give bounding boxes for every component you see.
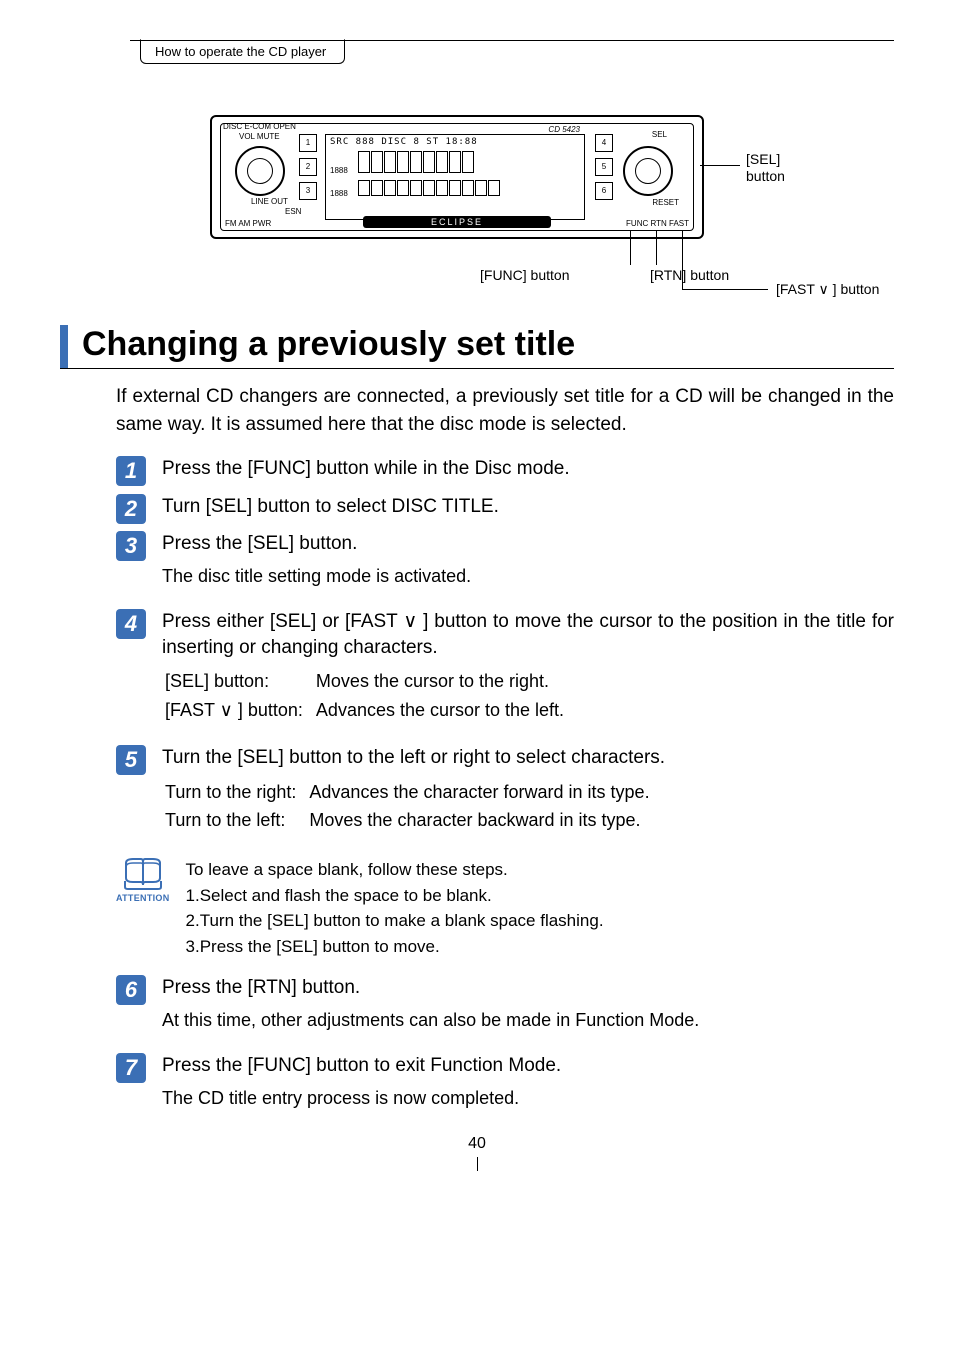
esn-label: ESN (285, 207, 301, 216)
preset-4: 4 (595, 134, 613, 152)
step-definitions: Turn to the right:Advances the character… (162, 777, 653, 836)
section-title: Changing a previously set title (82, 325, 894, 364)
reset-label: RESET (652, 198, 679, 207)
step-subtext: The disc title setting mode is activated… (162, 563, 894, 589)
attention-line: 3.Press the [SEL] button to move. (186, 934, 894, 960)
callout-line-fast-h (682, 289, 768, 290)
step-subtext: At this time, other adjustments can also… (162, 1007, 894, 1033)
step-definitions: [SEL] button:Moves the cursor to the rig… (162, 666, 567, 725)
head-unit-inner: DISC E-COM OPEN VOL MUTE 1 2 3 CD 5423 S… (220, 123, 694, 231)
step-text: Press the [FUNC] button to exit Function… (162, 1053, 894, 1079)
model-number: CD 5423 (548, 125, 580, 134)
step-text: Press the [RTN] button. (162, 975, 894, 1001)
lcd-small: 1888 (330, 166, 348, 175)
def-desc: Moves the character backward in its type… (308, 807, 650, 833)
section-heading-row: Changing a previously set title (60, 325, 894, 369)
step-number: 1 (116, 456, 146, 486)
step-5: 5 Turn the [SEL] button to the left or r… (116, 745, 894, 849)
page-number-tick (477, 1157, 478, 1171)
def-desc: Advances the character forward in its ty… (308, 779, 650, 805)
callout-func: [FUNC] button (480, 267, 569, 283)
step-number: 6 (116, 975, 146, 1005)
def-term: [SEL] button: (164, 668, 313, 694)
fm-am-pwr: FM AM PWR (225, 219, 271, 228)
def-term: Turn to the left: (164, 807, 306, 833)
heading-accent-bar (60, 325, 68, 368)
preset-col-right: 4 5 6 (595, 134, 611, 206)
attention-body: To leave a space blank, follow these ste… (186, 857, 894, 959)
head-unit: DISC E-COM OPEN VOL MUTE 1 2 3 CD 5423 S… (210, 115, 704, 239)
callout-rtn: [RTN] button (650, 267, 729, 283)
lcd-line1: SRC 888 DISC 8 ST 18:88 (326, 135, 584, 149)
page-number: 40 (60, 1135, 894, 1171)
sel-knob (623, 146, 673, 196)
func-rtn-fast: FUNC RTN FAST (626, 219, 689, 228)
steps-list-2: 6 Press the [RTN] button. At this time, … (116, 975, 894, 1124)
def-term: [FAST ∨ ] button: (164, 697, 313, 723)
preset-5: 5 (595, 158, 613, 176)
sel-label: SEL (652, 130, 667, 139)
preset-1: 1 (299, 134, 317, 152)
lcd-bars-2: 1888 (330, 180, 580, 201)
attention-line: To leave a space blank, follow these ste… (186, 857, 894, 883)
device-diagram: DISC E-COM OPEN VOL MUTE 1 2 3 CD 5423 S… (210, 115, 894, 315)
callout-line-sel (700, 165, 740, 166)
callout-line-rtn (656, 231, 657, 265)
callout-line-func (630, 231, 631, 265)
header-tab: How to operate the CD player (140, 39, 345, 64)
step-number: 5 (116, 745, 146, 775)
attention-block: ATTENTION To leave a space blank, follow… (116, 857, 894, 959)
step-3: 3 Press the [SEL] button. The disc title… (116, 531, 894, 603)
lcd-bars: 1888 (330, 151, 580, 178)
step-text: Turn [SEL] button to select DISC TITLE. (162, 494, 894, 520)
preset-3: 3 (299, 182, 317, 200)
line-out-label: LINE OUT (251, 197, 288, 206)
steps-list-1: 1 Press the [FUNC] button while in the D… (116, 456, 894, 849)
lcd-panel: CD 5423 SRC 888 DISC 8 ST 18:88 1888 188… (325, 134, 585, 220)
vol-mute-label: VOL MUTE (239, 132, 280, 141)
step-1: 1 Press the [FUNC] button while in the D… (116, 456, 894, 488)
brand-bar: ECLIPSE (363, 216, 552, 228)
step-number: 4 (116, 609, 146, 639)
step-2: 2 Turn [SEL] button to select DISC TITLE… (116, 494, 894, 526)
callout-fast: [FAST ∨ ] button (776, 281, 879, 298)
callout-line-fast-v (682, 231, 683, 289)
step-text: Press the [SEL] button. (162, 531, 894, 557)
def-desc: Advances the cursor to the left. (315, 697, 565, 723)
step-text: Press the [FUNC] button while in the Dis… (162, 456, 894, 482)
attention-icon: ATTENTION (116, 857, 170, 903)
attention-line: 2.Turn the [SEL] button to make a blank … (186, 908, 894, 934)
volume-knob (235, 146, 285, 196)
attention-line: 1.Select and flash the space to be blank… (186, 883, 894, 909)
step-7: 7 Press the [FUNC] button to exit Functi… (116, 1053, 894, 1125)
callout-sel: [SEL] button (746, 151, 785, 185)
step-4: 4 Press either [SEL] or [FAST ∨ ] button… (116, 609, 894, 739)
attention-label: ATTENTION (116, 893, 170, 903)
step-text: Turn the [SEL] button to the left or rig… (162, 745, 894, 771)
intro-paragraph: If external CD changers are connected, a… (116, 383, 894, 438)
step-6: 6 Press the [RTN] button. At this time, … (116, 975, 894, 1047)
step-number: 3 (116, 531, 146, 561)
book-icon (123, 857, 163, 891)
header-tab-wrap: How to operate the CD player (140, 40, 894, 65)
top-labels: DISC E-COM OPEN (223, 122, 296, 131)
step-text: Press either [SEL] or [FAST ∨ ] button t… (162, 609, 894, 660)
preset-2: 2 (299, 158, 317, 176)
step-number: 7 (116, 1053, 146, 1083)
lcd-small-2: 1888 (330, 189, 348, 198)
step-number: 2 (116, 494, 146, 524)
def-desc: Moves the cursor to the right. (315, 668, 565, 694)
step-subtext: The CD title entry process is now comple… (162, 1085, 894, 1111)
page-number-value: 40 (468, 1135, 486, 1152)
def-term: Turn to the right: (164, 779, 306, 805)
preset-6: 6 (595, 182, 613, 200)
preset-col-left: 1 2 3 (299, 134, 315, 206)
